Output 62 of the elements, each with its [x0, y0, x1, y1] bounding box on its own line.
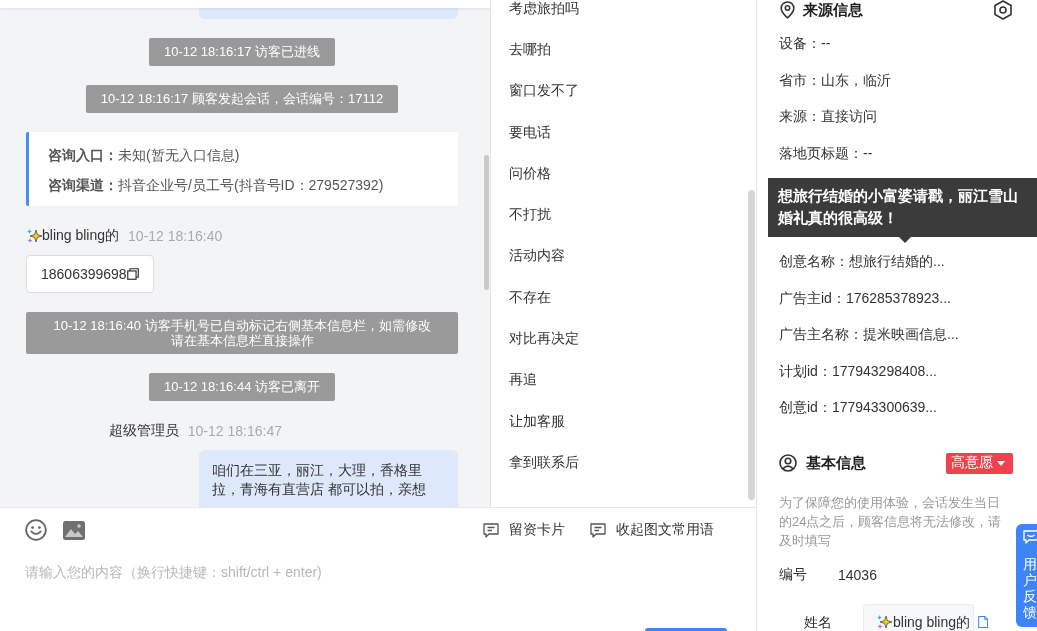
info-row-text: 省市：山东，临沂 — [779, 70, 892, 90]
message-icon — [483, 522, 499, 538]
feedback-tab[interactable]: 用户反馈 — [1016, 524, 1037, 627]
message-time: 10-12 18:16:47 — [187, 423, 282, 439]
info-row-text: 落地页标题：-- — [779, 143, 874, 163]
quick-reply-item[interactable]: 对比再决定 — [491, 318, 756, 360]
info-row-text: 广告主名称：提米映画信息... — [779, 325, 960, 345]
info-row-text: 来源：直接访问 — [779, 107, 878, 127]
sparkle-icon — [876, 613, 892, 630]
location-pin-icon — [780, 1, 795, 19]
notice-text: 为了保障您的使用体验，会话发生当日的24点之后，顾客信息将无法修改，请及时填写 — [779, 493, 1003, 550]
quick-reply-item[interactable]: 考虑旅拍吗 — [491, 0, 756, 30]
field-value: bling bling的 — [893, 612, 971, 631]
message-time: 10-12 18:16:40 — [128, 228, 223, 244]
quick-reply-item[interactable]: 要电话 — [491, 111, 756, 154]
info-row-text: 创意名称：想旅行结婚的... — [779, 252, 946, 272]
section-title: 来源信息 — [803, 0, 863, 20]
info-row-text: 设备：-- — [779, 34, 832, 54]
info-row-text: 计划id：177943298408... — [779, 361, 938, 381]
tooltip-arrow-icon — [899, 237, 911, 243]
quick-reply-item[interactable]: 不打扰 — [491, 194, 756, 236]
copy-icon[interactable] — [126, 268, 139, 280]
info-line: 咨询渠道：抖音企业号/员工号(抖音号ID：279527392) — [48, 176, 385, 195]
user-icon — [779, 454, 797, 472]
scrollbar-thumb[interactable] — [484, 155, 489, 290]
message-bubble: 咱们在三亚，丽江，大理，香格里拉，青海有直营店 都可以拍，亲想 — [199, 450, 458, 507]
quick-reply-item[interactable]: 再追 — [491, 359, 756, 401]
message-text: 18606399698 — [41, 266, 127, 282]
scrollbar-thumb[interactable] — [748, 190, 755, 500]
smiley-icon[interactable] — [25, 519, 47, 541]
field-value: 14036 — [838, 566, 877, 583]
section-title: 基本信息 — [806, 453, 866, 473]
sender-name: bling bling的 — [42, 227, 120, 245]
quick-reply-item[interactable]: 问价格 — [491, 153, 756, 195]
field-label: 编号 — [779, 565, 808, 584]
toolbar-button[interactable]: 收起图文常用语 — [590, 521, 714, 539]
info-line: 咨询入口：未知(暂无入口信息) — [48, 146, 241, 165]
sparkle-icon — [26, 228, 42, 244]
quick-reply-item[interactable]: 活动内容 — [491, 235, 756, 278]
caret-icon — [997, 460, 1005, 466]
field-label: 姓名 — [804, 612, 833, 631]
quick-reply-item[interactable]: 让加客服 — [491, 400, 756, 443]
quick-reply-item[interactable]: 拿到联系后 — [491, 442, 756, 484]
tooltip: 想旅行结婚的小富婆请戳，丽江雪山婚礼真的很高级！ — [768, 178, 1037, 237]
quick-reply-item[interactable]: 去哪拍 — [491, 29, 756, 71]
name-field[interactable]: bling bling的 — [863, 603, 974, 631]
settings-icon[interactable] — [993, 0, 1013, 20]
message-icon — [590, 522, 606, 538]
image-icon[interactable] — [63, 520, 85, 540]
chat-bubble-icon — [1023, 530, 1037, 544]
info-row-text: 创意id：177943300639... — [779, 398, 938, 418]
info-row-text: 广告主id：176285378923... — [779, 288, 952, 308]
system-notice: 10-12 18:16:17 顾客发起会话，会话编号：17112 — [85, 85, 399, 113]
toolbar-button[interactable]: 留资卡片 — [483, 521, 565, 539]
quick-reply-item[interactable]: 不存在 — [491, 277, 756, 319]
quick-reply-item[interactable]: 窗口发不了 — [491, 70, 756, 112]
system-notice: 10-12 18:16:44 访客已离开 — [148, 373, 336, 401]
sender-name: 超级管理员 — [108, 422, 179, 440]
system-notice: 10-12 18:16:40 访客手机号已自动标记右侧基本信息栏，如需修改请在基本信息栏直接操作 — [26, 312, 458, 354]
message-input[interactable]: 请输入您的内容（换行快捷键：shift/ctrl + enter) — [0, 552, 756, 628]
intent-dropdown[interactable]: 高意愿 — [946, 452, 1013, 474]
system-notice: 10-12 18:16:17 访客已进线 — [148, 38, 336, 66]
